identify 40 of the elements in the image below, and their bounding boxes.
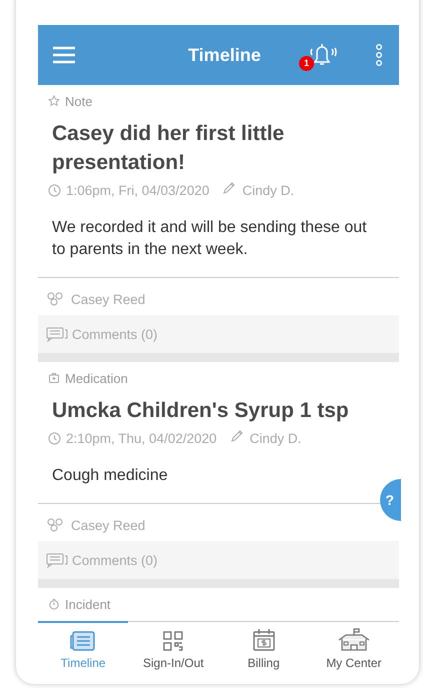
comments-count: Comments (0) bbox=[72, 552, 158, 568]
entry-title: Umcka Children's Syrup 1 tsp bbox=[52, 398, 350, 424]
entry-time: 2:10pm, Thu, 04/02/2020 bbox=[66, 430, 217, 446]
medical-bag-icon bbox=[48, 372, 60, 384]
notification-badge: 1 bbox=[299, 56, 314, 71]
entry-description: We recorded it and will be sending these out to parents in the next week. bbox=[52, 218, 368, 260]
clock-icon bbox=[48, 432, 61, 444]
pencil-icon bbox=[222, 182, 238, 195]
entry-time: 1:06pm, Fri, 04/03/2020 bbox=[66, 182, 210, 198]
school-building-icon bbox=[336, 628, 371, 652]
menu-icon bbox=[52, 45, 76, 65]
help-button[interactable]: ? bbox=[380, 479, 401, 521]
tab-bar-item[interactable]: Timeline bbox=[38, 621, 128, 674]
clock-icon bbox=[48, 184, 61, 196]
screen-title: Timeline bbox=[187, 44, 262, 66]
category-label: Incident bbox=[65, 596, 111, 612]
star-icon bbox=[48, 95, 60, 107]
more-options-button[interactable] bbox=[375, 44, 383, 66]
stopwatch-icon bbox=[48, 598, 60, 610]
qr-code-icon bbox=[162, 630, 184, 652]
tab-bar-item[interactable]: Billing bbox=[218, 621, 309, 674]
timeline-icon bbox=[70, 630, 96, 652]
comments-count: Comments (0) bbox=[72, 326, 158, 342]
category-label: Medication bbox=[65, 370, 128, 386]
child-name: Casey Reed bbox=[71, 292, 146, 306]
entry-author: Cindy D. bbox=[242, 182, 294, 198]
notifications-button[interactable]: 1 bbox=[299, 39, 339, 71]
more-icon bbox=[375, 44, 383, 66]
tab-bar-item[interactable]: Sign-In/Out bbox=[128, 621, 218, 674]
comments-icon bbox=[46, 326, 68, 342]
category-label: Note bbox=[65, 94, 92, 108]
child-name: Casey Reed bbox=[71, 518, 146, 532]
menu-button[interactable] bbox=[52, 45, 76, 65]
entry-title: Casey did her first little presentation! bbox=[52, 121, 286, 176]
comments-icon bbox=[46, 552, 68, 568]
pencil-icon bbox=[230, 430, 245, 443]
calendar-dollar-icon bbox=[252, 628, 276, 652]
entry-author: Cindy D. bbox=[250, 430, 302, 446]
entry-description: Cough medicine bbox=[52, 466, 169, 486]
tab-bar-item[interactable]: My Center bbox=[308, 621, 399, 674]
